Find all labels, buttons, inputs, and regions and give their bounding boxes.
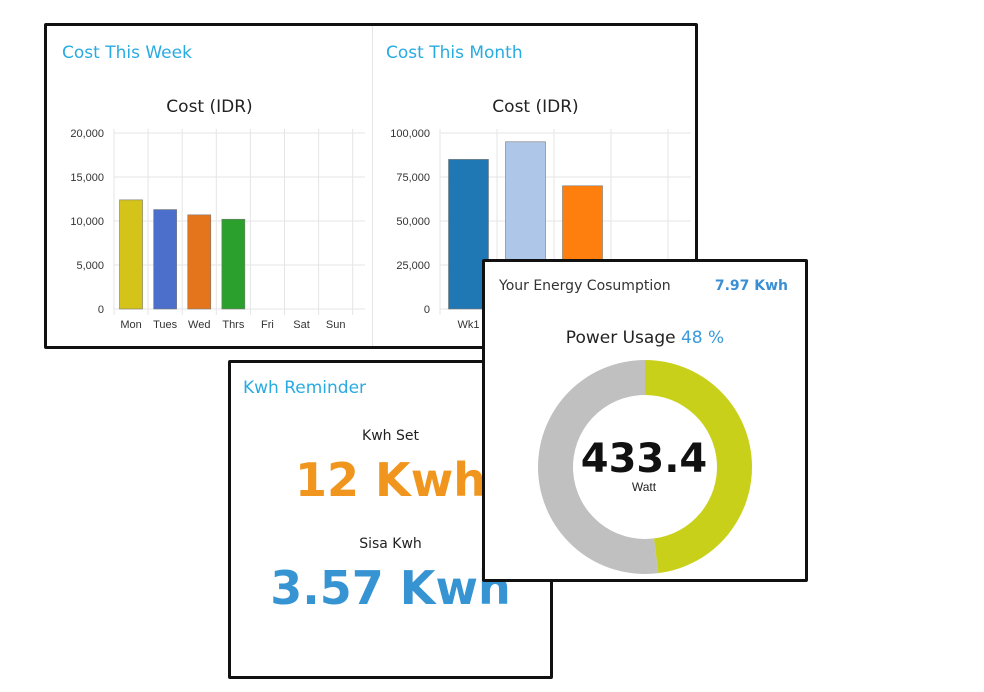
- x-tick-label: Wk1: [458, 319, 480, 331]
- gauge-title: Power Usage: [565, 328, 676, 348]
- bar-thrs: [221, 218, 246, 310]
- x-tick-label: Sun: [326, 319, 346, 331]
- gauge-title-row: Power Usage 48 %: [485, 328, 805, 348]
- energy-header-label: Your Energy Cosumption: [499, 278, 671, 294]
- y-tick-label: 5,000: [76, 260, 104, 272]
- x-tick-label: Fri: [261, 319, 274, 331]
- week-chart: Cost (IDR) 0 5,000 10,000 15,000 20,000 Mon Tu…: [47, 86, 372, 346]
- y-tick-label: 15,000: [70, 172, 104, 184]
- y-tick-label: 0: [98, 304, 104, 316]
- bar-tues: [153, 209, 177, 310]
- y-tick-label: 50,000: [396, 216, 430, 228]
- y-tick-label: 10,000: [70, 216, 104, 228]
- y-tick-label: 75,000: [396, 172, 430, 184]
- week-bar-chart: 0 5,000 10,000 15,000 20,000 Mon Tues Wed Thrs Fr…: [70, 128, 365, 331]
- energy-card: Your Energy Cosumption 7.97 Kwh Power Us…: [482, 259, 808, 582]
- y-tick-label: 25,000: [396, 260, 430, 272]
- x-tick-label: Mon: [120, 319, 141, 331]
- gauge-value: 433.4: [580, 436, 708, 482]
- y-tick-label: 20,000: [70, 128, 104, 140]
- gauge-percent: 48 %: [680, 328, 725, 348]
- x-tick-label: Sat: [293, 319, 310, 331]
- cost-week-title: Cost This Week: [62, 43, 192, 63]
- bar-wed: [187, 214, 212, 310]
- gauge-unit: Watt: [631, 480, 657, 494]
- bar-mon: [119, 199, 143, 310]
- x-tick-label: Wed: [188, 319, 210, 331]
- cost-month-title: Cost This Month: [386, 43, 523, 63]
- x-tick-label: Tues: [153, 319, 178, 331]
- y-tick-label: 0: [424, 304, 430, 316]
- y-tick-label: 100,000: [390, 128, 430, 140]
- x-tick-label: Thrs: [222, 319, 245, 331]
- reminder-title: Kwh Reminder: [243, 378, 367, 398]
- energy-header-value: 7.97 Kwh: [714, 278, 788, 294]
